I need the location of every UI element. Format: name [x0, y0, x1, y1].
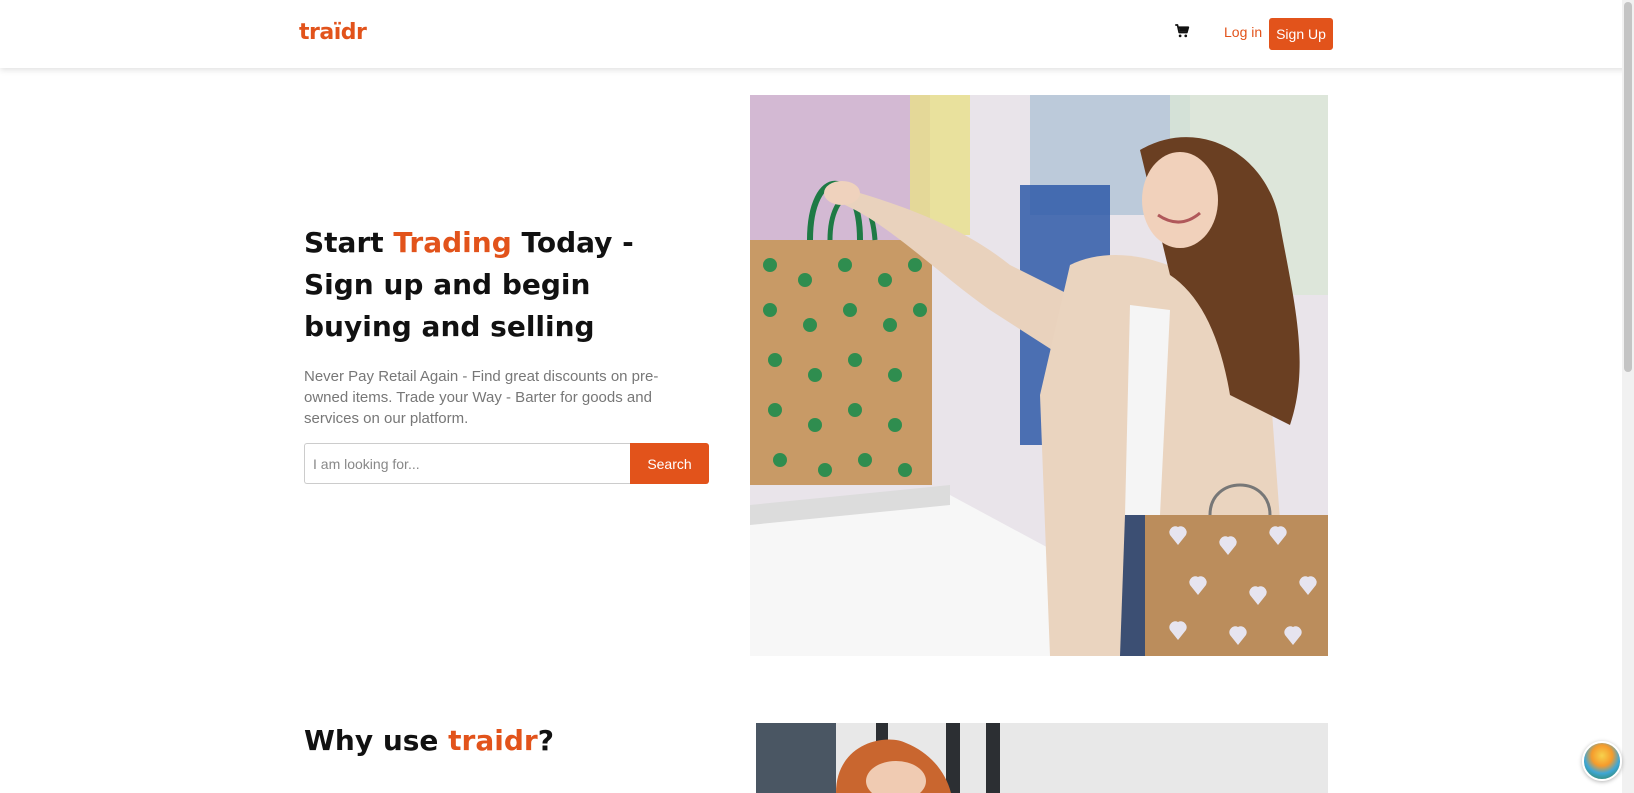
search-button[interactable]: Search [630, 443, 709, 484]
shopper-illustration [750, 95, 1328, 656]
why-title-accent: traidr [448, 724, 538, 757]
site-header: traïdr Log in Sign Up [0, 0, 1634, 68]
why-title-prefix: Why use [304, 724, 449, 757]
why-title: Why use traidr? [304, 724, 554, 757]
vertical-scrollbar[interactable] [1622, 0, 1634, 793]
login-link[interactable]: Log in [1224, 24, 1262, 40]
why-title-suffix: ? [537, 724, 554, 757]
person-photo [756, 723, 1328, 793]
hero-subtitle: Never Pay Retail Again - Find great disc… [304, 368, 659, 427]
assistant-launcher-icon[interactable] [1582, 741, 1622, 781]
scrollbar-thumb[interactable] [1624, 2, 1632, 372]
cart-icon[interactable] [1173, 22, 1191, 40]
hero-title: Start Trading Today - Sign up and begin … [304, 222, 704, 348]
why-image [756, 723, 1328, 793]
signup-button[interactable]: Sign Up [1269, 18, 1333, 50]
search-input[interactable] [304, 443, 630, 484]
hero-image [750, 95, 1328, 656]
hero-title-accent: Trading [393, 226, 512, 259]
hero-title-prefix: Start [304, 226, 394, 259]
logo[interactable]: traïdr [299, 20, 367, 45]
